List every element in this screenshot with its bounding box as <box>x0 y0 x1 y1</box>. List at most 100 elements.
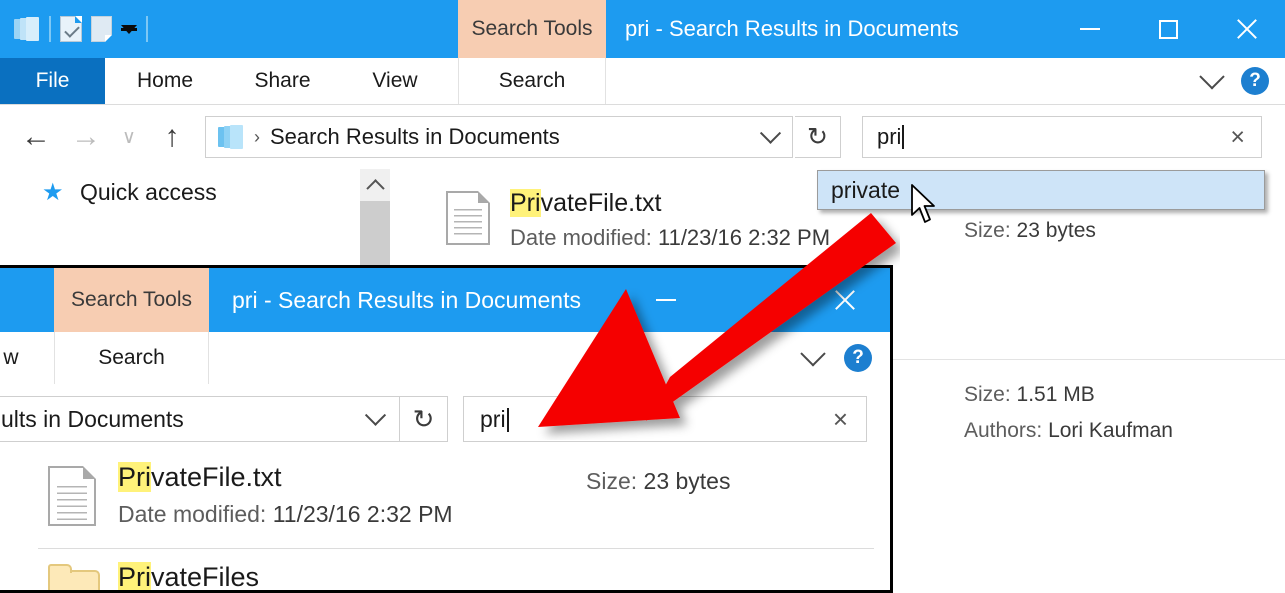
sidebar-item-quick-access[interactable]: ★ Quick access <box>42 179 217 206</box>
close-button[interactable] <box>1207 0 1285 58</box>
contextual-tab-header-search-tools: Search Tools <box>458 0 606 58</box>
inset-contextual-tab-header-search-tools: Search Tools <box>54 268 209 332</box>
chevron-down-icon[interactable] <box>800 341 826 367</box>
scroll-up-button[interactable] <box>360 169 390 201</box>
file-name-rest: vateFiles <box>151 562 260 592</box>
file-name: PrivateFile.txt <box>510 189 661 218</box>
navigation-bar: ← → ∨ ↑ › Search Results in Documents ↻ … <box>0 105 1285 169</box>
inset-clear-search-icon[interactable]: × <box>833 406 848 432</box>
quick-access-toolbar <box>14 8 148 50</box>
chevron-up-icon <box>365 178 385 198</box>
maximize-icon <box>1158 19 1178 39</box>
inset-title-bar: Search Tools pri - Search Results in Doc… <box>0 268 890 332</box>
inset-breadcrumb[interactable]: ults in Documents <box>1 406 184 433</box>
close-icon <box>1234 17 1258 41</box>
text-file-icon <box>48 466 96 526</box>
minimize-button[interactable] <box>1051 0 1129 58</box>
nav-arrow-group: ← → ∨ ↑ <box>14 105 194 169</box>
tab-file[interactable]: File <box>0 58 105 104</box>
minimize-icon <box>1080 28 1100 30</box>
tab-share[interactable]: Share <box>225 58 340 104</box>
inset-tab-search[interactable]: Search <box>54 332 209 384</box>
inset-ribbon-right-controls: ? <box>800 332 880 384</box>
search-input[interactable]: pri <box>877 124 905 150</box>
sidebar-item-label: Quick access <box>80 179 217 205</box>
folder-icon <box>48 564 100 590</box>
file-name: PrivateFiles <box>118 562 260 592</box>
inset-tab-view[interactable]: w <box>0 332 54 384</box>
breadcrumb[interactable]: Search Results in Documents <box>270 124 560 150</box>
date-modified-value: 11/23/16 2:32 PM <box>657 225 831 250</box>
date-modified-label: Date modified: <box>510 225 652 250</box>
text-caret <box>506 407 509 432</box>
documents-folder-icon <box>218 125 244 149</box>
help-icon[interactable]: ? <box>1241 67 1269 95</box>
refresh-button[interactable]: ↻ <box>795 116 841 158</box>
inset-minimize-button[interactable] <box>630 268 702 332</box>
file-authors: Authors: Lori Kaufman <box>964 419 1173 443</box>
inset-address-bar[interactable]: ults in Documents <box>0 396 400 442</box>
pin-icon: ★ <box>42 178 64 206</box>
window-controls <box>1051 0 1285 58</box>
new-folder-icon[interactable] <box>91 16 112 42</box>
back-button[interactable]: ← <box>14 115 58 159</box>
authors-label: Authors: <box>964 419 1043 442</box>
inset-search-value: pri <box>480 405 506 432</box>
inset-window-title: pri - Search Results in Documents <box>232 286 581 313</box>
size-value: 23 bytes <box>1016 219 1096 242</box>
up-button[interactable]: ↑ <box>150 115 194 159</box>
customize-qat-caret-icon[interactable] <box>121 24 137 34</box>
size-label: Size: <box>964 383 1011 406</box>
text-caret <box>902 125 905 149</box>
search-suggestion-dropdown[interactable]: private <box>817 170 1265 210</box>
file-name-rest: vateFile.txt <box>540 189 662 217</box>
file-name-rest: vateFile.txt <box>151 462 282 492</box>
search-value: pri <box>877 124 902 149</box>
tab-search[interactable]: Search <box>458 58 606 104</box>
inset-refresh-button[interactable]: ↻ <box>400 396 448 442</box>
properties-icon[interactable] <box>60 16 82 42</box>
file-name: PrivateFile.txt <box>118 462 282 493</box>
address-dropdown-icon[interactable] <box>759 122 782 144</box>
match-highlight: Pri <box>118 462 151 492</box>
address-bar[interactable]: › Search Results in Documents <box>205 116 793 158</box>
file-size: Size: 1.51 MB <box>964 383 1095 407</box>
suggestion-item-private[interactable]: private <box>831 177 900 204</box>
ribbon-right-controls: ? <box>1199 58 1277 104</box>
maximize-button[interactable] <box>1129 0 1207 58</box>
size-label: Size: <box>964 219 1011 242</box>
breadcrumb-separator: › <box>254 126 260 147</box>
address-dropdown-icon[interactable] <box>364 404 387 426</box>
inset-close-button[interactable] <box>808 268 880 332</box>
inset-search-input[interactable]: pri <box>480 406 509 433</box>
toolbar-separator <box>146 16 148 42</box>
inset-navigation-bar: ults in Documents ↻ pri × <box>0 384 890 454</box>
toolbar-separator <box>49 16 51 42</box>
folder-stack-icon[interactable] <box>14 17 40 41</box>
title-bar: Search Tools pri - Search Results in Doc… <box>0 0 1285 58</box>
date-modified-value: 11/23/16 2:32 PM <box>272 501 453 527</box>
tab-view[interactable]: View <box>340 58 450 104</box>
inset-search-box[interactable]: pri × <box>463 396 867 442</box>
file-date-modified: Date modified: 11/23/16 2:32 PM <box>510 225 830 251</box>
text-file-icon <box>446 191 490 245</box>
zoomed-inset-window: Search Tools pri - Search Results in Doc… <box>0 265 893 593</box>
file-size: Size: 23 bytes <box>586 468 730 495</box>
clear-search-icon[interactable]: × <box>1230 124 1245 150</box>
row-divider <box>38 548 874 549</box>
help-icon[interactable]: ? <box>844 344 872 372</box>
date-modified-label: Date modified: <box>118 501 267 527</box>
inset-search-results-list: PrivateFile.txt Date modified: 11/23/16 … <box>0 454 890 592</box>
search-box[interactable]: pri × <box>862 116 1262 158</box>
chevron-down-icon[interactable] <box>1199 64 1225 90</box>
file-date-modified: Date modified: 11/23/16 2:32 PM <box>118 501 453 528</box>
forward-button: → <box>71 120 101 153</box>
window-title: pri - Search Results in Documents <box>625 16 959 41</box>
tab-home[interactable]: Home <box>105 58 225 104</box>
size-value: 23 bytes <box>643 468 731 494</box>
file-size: Size: 23 bytes <box>964 219 1096 243</box>
size-label: Size: <box>586 468 638 494</box>
recent-locations-button[interactable]: ∨ <box>114 115 144 159</box>
authors-value: Lori Kaufman <box>1048 419 1173 442</box>
match-highlight: Pri <box>510 189 541 217</box>
